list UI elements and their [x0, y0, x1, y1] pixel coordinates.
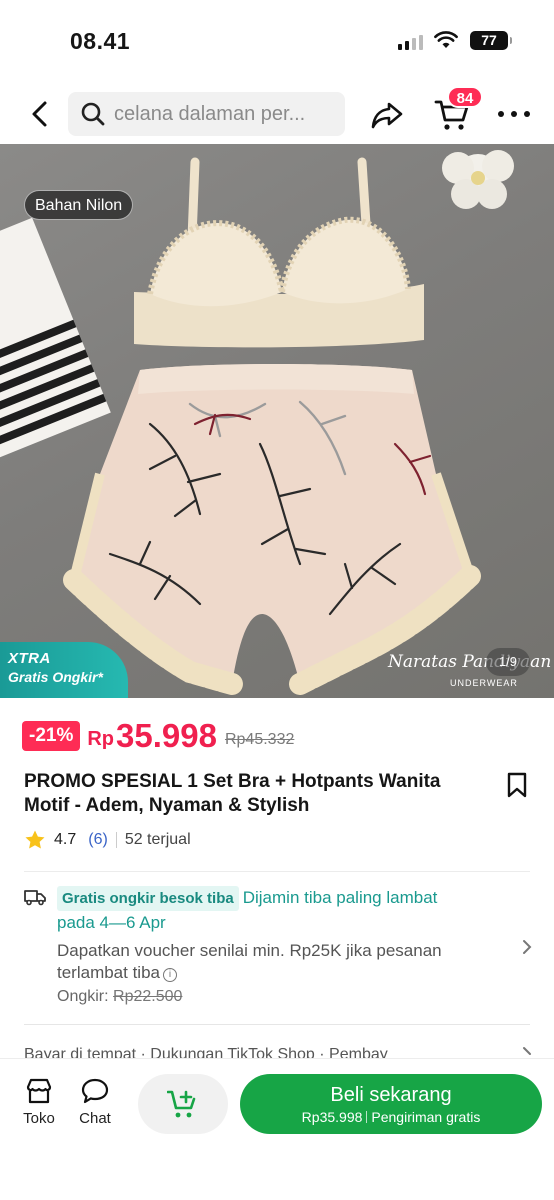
separator — [366, 1111, 368, 1123]
shop-button[interactable]: Toko — [14, 1078, 64, 1127]
add-to-cart-button[interactable] — [138, 1074, 228, 1134]
buy-now-button[interactable]: Beli sekarang Rp35.998 Pengiriman gratis — [240, 1074, 542, 1134]
sold-count: 52 terjual — [124, 831, 191, 848]
chevron-right-icon[interactable] — [520, 938, 534, 956]
price-row: -21% Rp 35.998 Rp45.332 — [22, 716, 294, 756]
dot-icon — [524, 111, 530, 117]
product-photo — [0, 150, 514, 695]
shop-icon — [26, 1078, 52, 1104]
xtra-subtitle: Gratis Ongkir* — [8, 669, 103, 685]
material-tag: Bahan Nilon — [24, 190, 134, 220]
shipping-fee: Ongkir: Rp22.500 — [57, 988, 182, 1006]
star-icon — [25, 830, 45, 849]
product-title: PROMO SPESIAL 1 Set Bra + Hotpants Wanit… — [24, 771, 441, 816]
rating-row[interactable]: 4.7 (6) 52 terjual — [24, 828, 191, 852]
chevron-left-icon — [32, 101, 47, 127]
divider — [24, 1024, 530, 1025]
shipping-info[interactable]: Gratis ongkir besok tiba Dijamin tiba pal… — [57, 886, 477, 934]
voucher-text: Dapatkan voucher senilai min. Rp25K jika… — [57, 941, 442, 982]
search-input[interactable]: celana dalaman per... — [68, 92, 345, 136]
current-price: 35.998 — [116, 717, 217, 754]
truck-icon — [24, 890, 46, 906]
buy-now-subtitle: Rp35.998 Pengiriman gratis — [240, 1108, 542, 1126]
buy-price: Rp35.998 — [301, 1109, 363, 1125]
clock: 08.41 — [70, 28, 131, 54]
buy-now-label: Beli sekarang — [330, 1084, 452, 1106]
search-icon — [81, 102, 105, 126]
divider — [24, 871, 530, 872]
xtra-title: XTRA — [8, 650, 51, 667]
info-icon[interactable]: i — [163, 968, 177, 982]
bookmark-icon[interactable] — [506, 772, 528, 798]
chat-label: Chat — [79, 1110, 111, 1127]
battery-indicator: 77 — [470, 31, 512, 50]
services-text: Bayar di tempat · Dukungan TikTok Shop ·… — [24, 1046, 388, 1058]
brand-watermark-sub: UNDERWEAR — [450, 678, 518, 688]
image-page-counter: 1/9 — [486, 648, 530, 676]
product-image-carousel[interactable]: Bahan Nilon XTRA Gratis Ongkir* Naratas … — [0, 144, 554, 698]
add-to-cart-icon — [167, 1090, 196, 1118]
share-icon[interactable] — [370, 98, 404, 132]
price-currency: Rp — [87, 727, 115, 750]
dot-icon — [511, 111, 517, 117]
review-count[interactable]: (6) — [88, 831, 108, 849]
cart-count-badge: 84 — [447, 86, 483, 108]
late-delivery-voucher: Dapatkan voucher senilai min. Rp25K jika… — [57, 940, 497, 984]
more-options-button[interactable] — [498, 102, 530, 126]
rating-value: 4.7 — [54, 831, 77, 848]
shop-label: Toko — [23, 1110, 55, 1127]
discount-badge: -21% — [22, 721, 81, 751]
top-nav: celana dalaman per... 84 — [0, 84, 554, 144]
status-bar: 08.41 77 — [0, 0, 554, 80]
original-price: Rp45.332 — [224, 731, 295, 748]
services-row[interactable]: Bayar di tempat · Dukungan TikTok Shop ·… — [24, 1046, 534, 1058]
signal-icon — [398, 34, 426, 50]
back-button[interactable] — [22, 96, 58, 132]
chevron-right-icon[interactable] — [520, 1046, 534, 1058]
shipping-fee-original: Rp22.500 — [113, 988, 183, 1005]
shipping-fee-label: Ongkir: — [57, 988, 109, 1005]
chat-button[interactable]: Chat — [70, 1078, 120, 1127]
xtra-free-shipping-badge: XTRA Gratis Ongkir* — [0, 642, 128, 698]
free-shipping-badge: Gratis ongkir besok tiba — [57, 886, 239, 911]
flower-decoration — [442, 150, 514, 209]
search-placeholder: celana dalaman per... — [114, 102, 306, 125]
striped-card — [0, 217, 111, 458]
buy-shipping: Pengiriman gratis — [371, 1109, 481, 1125]
dot-icon — [498, 111, 504, 117]
wifi-icon — [434, 31, 458, 48]
chat-icon — [81, 1078, 109, 1104]
separator — [115, 832, 117, 848]
